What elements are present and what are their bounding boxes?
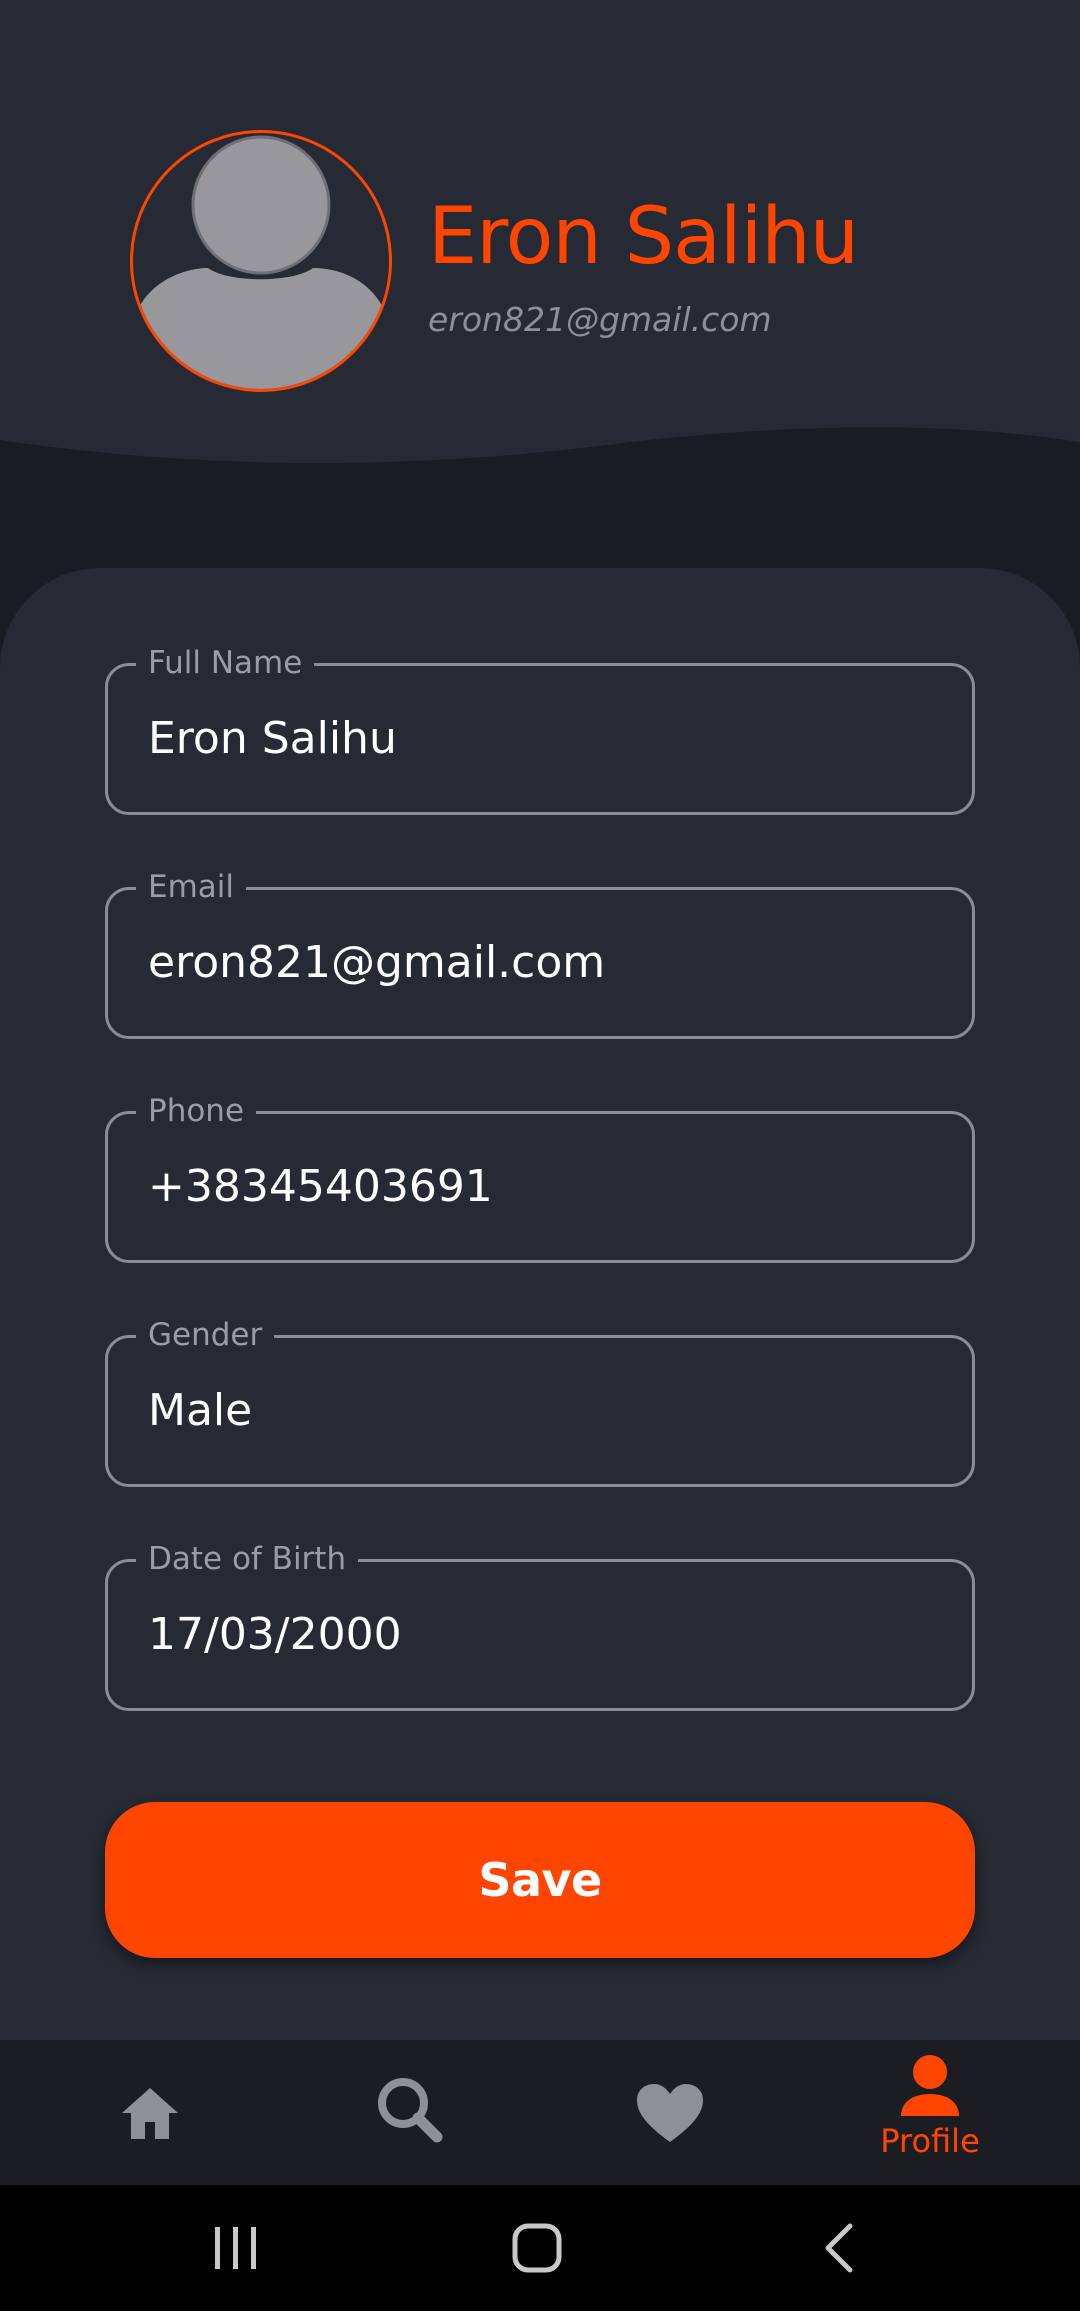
nav-profile[interactable]: Profile [830,2040,1030,2185]
field-value: 17/03/2000 [148,1609,402,1660]
back-icon[interactable] [820,2222,860,2274]
full-name-field[interactable]: Full Name Eron Salihu [105,640,975,815]
field-value: eron821@gmail.com [148,937,606,988]
nav-profile-label: Profile [880,2122,980,2160]
profile-icon [901,2055,959,2116]
bottom-navigation: Profile [0,2040,1080,2185]
avatar[interactable] [130,130,392,392]
profile-name: Eron Salihu [428,192,859,282]
heart-icon [637,2084,703,2142]
field-value: Male [148,1385,253,1436]
system-navigation-bar [0,2185,1080,2311]
nav-search[interactable] [310,2040,510,2185]
home-icon [122,2088,178,2139]
home-icon[interactable] [511,2222,563,2274]
field-value: +38345403691 [148,1161,493,1212]
nav-favorites[interactable] [570,2040,770,2185]
date-of-birth-field[interactable]: Date of Birth 17/03/2000 [105,1536,975,1711]
nav-home[interactable] [50,2040,250,2185]
field-value: Eron Salihu [148,713,397,764]
recents-icon[interactable] [211,2223,261,2273]
save-button[interactable]: Save [105,1802,975,1958]
email-field[interactable]: Email eron821@gmail.com [105,864,975,1039]
phone-field[interactable]: Phone +38345403691 [105,1088,975,1263]
search-icon [378,2078,443,2143]
gender-field[interactable]: Gender Male [105,1312,975,1487]
profile-header: Eron Salihu eron821@gmail.com [0,0,1080,480]
profile-email: eron821@gmail.com [428,300,772,339]
default-user-icon [133,135,389,389]
